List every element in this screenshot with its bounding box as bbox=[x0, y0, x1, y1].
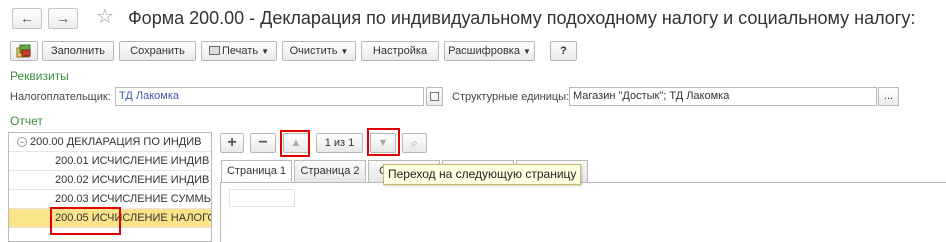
help-button[interactable]: ? bbox=[550, 41, 577, 61]
struct-units-label: Структурные единицы: bbox=[452, 91, 570, 103]
clear-label: Очистить bbox=[289, 45, 338, 57]
open-taxpayer-button[interactable] bbox=[426, 87, 443, 106]
tree-item-200-01[interactable]: 200.01 ИСЧИСЛЕНИЕ ИНДИВ bbox=[9, 152, 211, 171]
forward-button[interactable]: → bbox=[48, 8, 78, 29]
arrow-left-icon: ← bbox=[20, 10, 34, 26]
print-label: Печать bbox=[222, 45, 259, 57]
struct-units-select-button[interactable]: ... bbox=[878, 87, 899, 106]
taxpayer-label: Налогоплательщик: bbox=[10, 91, 111, 103]
struct-units-field[interactable]: Магазин "Достык"; ТД Лакомка bbox=[569, 87, 877, 106]
report-section-label: Отчет bbox=[10, 114, 43, 128]
highlight-next-button bbox=[367, 128, 400, 156]
tree-item-label: 200.00 ДЕКЛАРАЦИЯ ПО ИНДИВ bbox=[30, 136, 202, 148]
search-icon: ⌕ bbox=[411, 136, 418, 150]
search-button[interactable]: ⌕ bbox=[402, 133, 427, 153]
decode-label: Расшифровка bbox=[448, 45, 520, 57]
chevron-down-icon: ▼ bbox=[340, 47, 349, 56]
report-sheet[interactable] bbox=[220, 182, 946, 242]
decode-button[interactable]: Расшифровка ▼ bbox=[444, 41, 535, 61]
tree-item-label: 200.03 ИСЧИСЛЕНИЕ СУММЫ bbox=[55, 193, 212, 205]
chevron-down-icon: ▼ bbox=[261, 47, 269, 56]
favorite-star-icon[interactable]: ☆ bbox=[96, 5, 114, 29]
printer-icon bbox=[209, 46, 221, 55]
back-button[interactable]: ← bbox=[12, 8, 42, 29]
tree-item-200-00[interactable]: −200.00 ДЕКЛАРАЦИЯ ПО ИНДИВ bbox=[9, 133, 211, 152]
tree-item-200-02[interactable]: 200.02 ИСЧИСЛЕНИЕ ИНДИВ bbox=[9, 171, 211, 190]
highlight-selected-row bbox=[50, 207, 121, 235]
highlight-prev-button bbox=[280, 130, 310, 157]
page-title: Форма 200.00 - Декларация по индивидуаль… bbox=[128, 8, 916, 28]
settings-button[interactable]: Настройка bbox=[361, 41, 439, 61]
tab-page-1[interactable]: Страница 1 bbox=[221, 160, 292, 183]
page-counter: 1 из 1 bbox=[316, 133, 363, 153]
minus-icon: − bbox=[258, 134, 268, 151]
collapse-icon[interactable]: − bbox=[17, 137, 27, 148]
chevron-down-icon: ▼ bbox=[522, 47, 531, 56]
next-page-tooltip: Переход на следующую страницу bbox=[383, 164, 582, 185]
clear-button[interactable]: Очистить ▼ bbox=[282, 41, 356, 61]
arrow-right-icon: → bbox=[56, 10, 70, 26]
tab-page-2[interactable]: Страница 2 bbox=[294, 160, 366, 182]
taxpayer-field[interactable]: ТД Лакомка bbox=[115, 87, 424, 106]
remove-page-button[interactable]: − bbox=[250, 133, 276, 153]
save-button[interactable]: Сохранить bbox=[119, 41, 196, 61]
open-link-icon bbox=[430, 92, 439, 101]
post-document-button[interactable] bbox=[10, 41, 38, 61]
print-button[interactable]: Печать ▼ bbox=[201, 41, 277, 61]
tree-item-label: 200.01 ИСЧИСЛЕНИЕ ИНДИВ bbox=[55, 155, 210, 167]
document-stack-icon bbox=[16, 44, 31, 58]
report-cell[interactable] bbox=[229, 189, 295, 207]
fill-button[interactable]: Заполнить bbox=[42, 41, 114, 61]
tree-item-label: 200.02 ИСЧИСЛЕНИЕ ИНДИВ bbox=[55, 174, 210, 186]
plus-icon: + bbox=[227, 134, 237, 151]
add-page-button[interactable]: + bbox=[220, 133, 244, 153]
requisites-section-label: Реквизиты bbox=[10, 69, 69, 83]
